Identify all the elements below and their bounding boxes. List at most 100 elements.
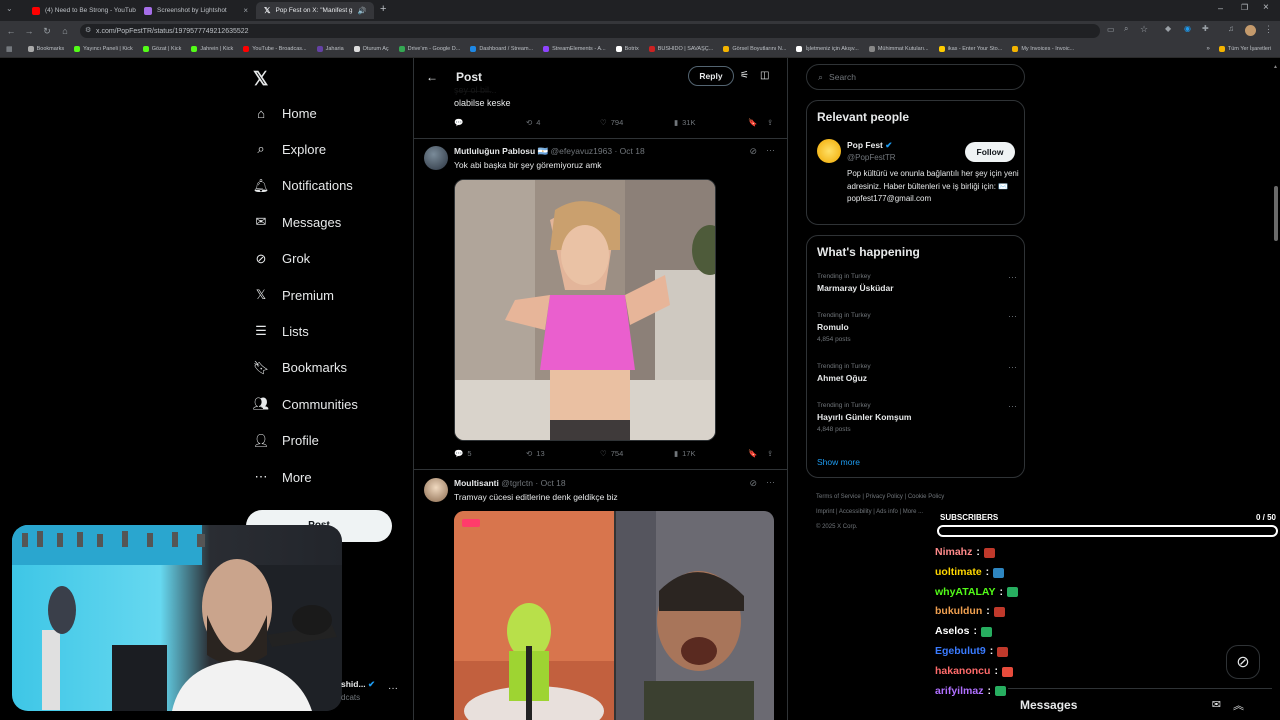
like-action[interactable]: ♡ 794 — [600, 118, 623, 127]
footer-link[interactable]: Privacy Policy — [866, 494, 903, 500]
site-info-icon[interactable]: ⚙ — [85, 26, 91, 34]
trend-more-icon[interactable]: ··· — [1008, 362, 1017, 372]
apps-grid-icon[interactable]: ▦ — [6, 45, 13, 53]
bookmark-action[interactable]: 🔖 — [748, 118, 757, 127]
tweet-video[interactable] — [454, 511, 774, 720]
chat-username[interactable]: bukuldun — [935, 602, 982, 622]
account-more-icon[interactable]: ··· — [388, 683, 398, 694]
tweet-video[interactable] — [454, 179, 716, 441]
tweet-author[interactable]: Moultisanti @tgrlctn · Oct 18 — [454, 478, 566, 488]
all-bookmarks[interactable]: Tüm Yer İşaretleri — [1214, 46, 1276, 52]
share-action[interactable]: ⇪ — [767, 449, 773, 458]
bookmark-item[interactable]: Drive'ım - Google D... — [394, 46, 466, 52]
bookmark-item[interactable]: BUSHIDO | SAVAŞÇ... — [644, 46, 719, 52]
page-scrollbar[interactable]: ▲ — [1272, 58, 1280, 720]
tab-close-icon[interactable]: × — [243, 6, 248, 15]
more-options-icon[interactable]: ··· — [766, 477, 775, 487]
person-avatar[interactable] — [817, 139, 841, 163]
tweet-avatar[interactable] — [424, 478, 448, 502]
restore-icon[interactable]: ❐ — [1241, 3, 1248, 12]
sidebar-item-notifications[interactable]: 🔔︎ Notifications — [252, 177, 353, 195]
retweet-action[interactable]: ⟲ 4 — [526, 118, 540, 127]
retweet-action[interactable]: ⟲ 13 — [526, 449, 545, 458]
expand-chevron-icon[interactable]: ︽ — [1233, 697, 1244, 713]
more-options-icon[interactable]: ··· — [766, 145, 775, 155]
grok-explain-icon[interactable]: ⊘ — [749, 146, 757, 157]
trend-more-icon[interactable]: ··· — [1008, 311, 1017, 321]
reply-action[interactable]: 💬 — [454, 118, 463, 127]
scroll-up-icon[interactable]: ▲ — [1273, 64, 1278, 70]
trend-item[interactable]: Trending in Turkey Ahmet Oğuz ··· — [817, 362, 1017, 383]
footer-link[interactable]: Terms of Service — [816, 494, 861, 500]
profile-avatar[interactable] — [1245, 25, 1256, 36]
messages-drawer[interactable]: Messages ✉ ︽ — [1008, 688, 1272, 720]
like-action[interactable]: ♡ 754 — [600, 449, 623, 458]
sidebar-item-more[interactable]: ⋯ More — [252, 468, 312, 486]
chat-username[interactable]: hakanoncu — [935, 662, 990, 682]
reply-button[interactable]: Reply — [688, 66, 734, 86]
bookmark-item[interactable]: Dashboard / Stream... — [465, 46, 538, 52]
bookmark-item[interactable]: Bookmarks — [23, 46, 70, 52]
bookmark-item[interactable]: Jaharia — [312, 46, 349, 52]
trend-item[interactable]: Trending in Turkey Marmaray Üsküdar ··· — [817, 272, 1017, 293]
follow-button[interactable]: Follow — [965, 142, 1015, 162]
show-more-link[interactable]: Show more — [817, 457, 860, 467]
footer-link[interactable]: Ads info — [876, 509, 898, 515]
url-input[interactable]: ⚙ x.com/PopFestTR/status/197957774921263… — [80, 24, 1100, 38]
views-action[interactable]: ▮ 17K — [674, 449, 696, 458]
bookmark-item[interactable]: Jahrein | Kick — [186, 46, 238, 52]
chat-username[interactable]: Aselos — [935, 622, 969, 642]
chat-username[interactable]: whyATALAY — [935, 583, 995, 603]
sidebar-item-grok[interactable]: ⊘ Grok — [252, 250, 311, 268]
media-icon[interactable]: ♫ — [1228, 24, 1234, 33]
footer-link[interactable]: More ... — [903, 509, 923, 515]
grok-explain-icon[interactable]: ⊘ — [749, 478, 757, 489]
close-window-icon[interactable]: × — [1263, 2, 1269, 13]
bookmark-action[interactable]: 🔖 — [748, 449, 757, 458]
trend-more-icon[interactable]: ··· — [1008, 401, 1017, 411]
cast-icon[interactable]: ▭ — [1107, 25, 1115, 34]
filter-icon[interactable]: ⚟ — [740, 70, 749, 81]
sidebar-item-bookmarks[interactable]: 🔖︎ Bookmarks — [252, 359, 347, 377]
share-action[interactable]: ⇪ — [767, 118, 773, 127]
forward-icon[interactable]: → — [20, 26, 38, 36]
bookmark-item[interactable]: Mühimmat Kutuları... — [864, 46, 934, 52]
footer-link[interactable]: Imprint — [816, 509, 834, 515]
account-name[interactable]: shid... ✔ — [341, 679, 375, 690]
sidebar-item-home[interactable]: ⌂ Home — [252, 104, 317, 122]
extension-icon[interactable]: ◆ — [1165, 24, 1171, 33]
tab-search-icon[interactable]: ⌄ — [6, 4, 13, 13]
browser-tab-lightshot[interactable]: Screenshot by Lightshot × — [136, 2, 256, 19]
audio-icon[interactable]: 🔊 — [358, 7, 367, 15]
extension-icon[interactable]: ◉ — [1184, 24, 1191, 33]
new-message-icon[interactable]: ✉ — [1212, 698, 1221, 711]
sidebar-item-lists[interactable]: ☰ Lists — [252, 322, 309, 340]
extensions-puzzle-icon[interactable]: ✚ — [1202, 24, 1209, 33]
star-icon[interactable]: ☆ — [1140, 24, 1148, 35]
scrollbar-thumb[interactable] — [1274, 186, 1278, 241]
reload-icon[interactable]: ↻ — [38, 26, 56, 37]
bookmark-item[interactable]: Gözat | Kick — [138, 46, 187, 52]
bookmark-item[interactable]: Oturum Aç — [349, 46, 394, 52]
sidebar-item-messages[interactable]: ✉ Messages — [252, 213, 342, 231]
bookmark-item[interactable]: My Invoices - Invoic... — [1007, 46, 1079, 52]
chat-username[interactable]: Egebulut9 — [935, 642, 986, 662]
browser-tab-popfest[interactable]: 𝕏 Pop Fest on X: "Manifest g 🔊 × — [256, 2, 374, 19]
bookmark-item[interactable]: Botrix — [611, 46, 644, 52]
views-action[interactable]: ▮ 31K — [674, 118, 696, 127]
sidebar-item-profile[interactable]: 👤︎ Profile — [252, 432, 319, 450]
bookmarks-overflow-icon[interactable]: » — [1207, 46, 1210, 52]
sidebar-item-explore[interactable]: ⌕ Explore — [252, 140, 326, 158]
chat-username[interactable]: arifyilmaz — [935, 682, 983, 702]
new-tab-icon[interactable]: + — [380, 3, 386, 15]
chat-username[interactable]: uoltimate — [935, 563, 982, 583]
menu-kebab-icon[interactable]: ⋮ — [1264, 24, 1273, 35]
person-name[interactable]: Pop Fest ✔ — [847, 140, 892, 151]
x-logo-icon[interactable]: 𝕏 — [253, 68, 268, 91]
home-browser-icon[interactable]: ⌂ — [56, 26, 74, 36]
tweet-avatar[interactable] — [424, 146, 448, 170]
reply-action[interactable]: 💬 5 — [454, 449, 472, 458]
bookmark-item[interactable]: İşletmeniz için Akışv... — [791, 46, 863, 52]
bookmark-item[interactable]: StreamElements - A... — [538, 46, 611, 52]
bookmark-item[interactable]: Görsel Boyutlarını N... — [718, 46, 791, 52]
